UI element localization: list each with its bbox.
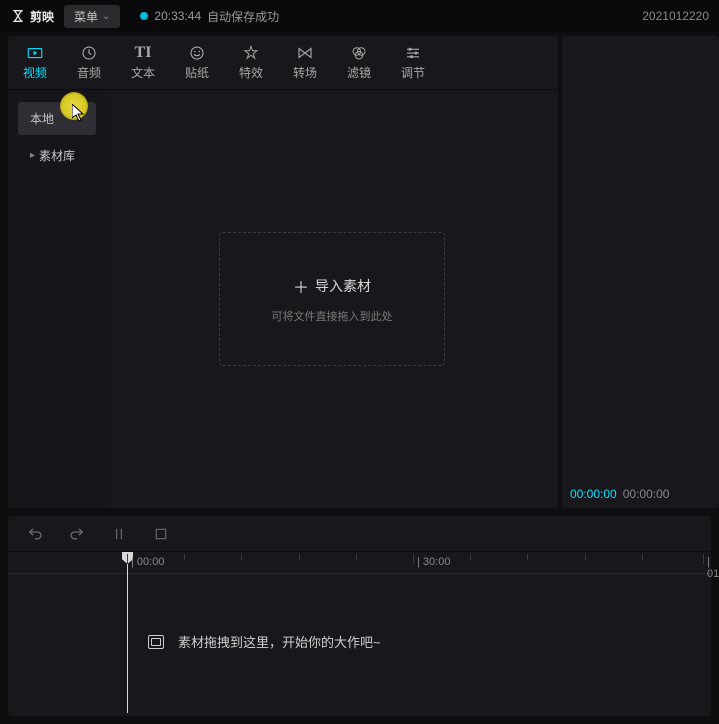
track-hint-text: 素材拖拽到这里，开始你的大作吧~	[178, 632, 381, 651]
media-panel: 视频 音频 TI 文本 贴纸 特效 转场 滤镜 调节 本地 ▸ 素材库 ＋ 导入素材 可将文件直接拖…	[8, 36, 558, 508]
media-sidebar: 本地 ▸ 素材库	[8, 90, 106, 508]
timeline-panel: | 00:00| 30:00| 01:0 素材拖拽到这里，开始你的大作吧~	[8, 516, 711, 716]
tab-effects[interactable]: 特效	[224, 36, 278, 89]
category-tabs: 视频 音频 TI 文本 贴纸 特效 转场 滤镜 调节	[8, 36, 558, 90]
ruler-tick-minor	[585, 554, 586, 560]
sidebar-item-label: 本地	[30, 110, 54, 127]
ruler-tick	[703, 554, 704, 564]
tab-filter[interactable]: 滤镜	[332, 36, 386, 89]
caret-right-icon: ▸	[30, 150, 35, 161]
tab-text[interactable]: TI 文本	[116, 36, 170, 89]
filter-icon	[350, 44, 368, 62]
tab-adjust[interactable]: 调节	[386, 36, 440, 89]
project-timestamp: 2021012220	[642, 9, 709, 23]
tab-label: 视频	[23, 64, 47, 81]
frame-icon	[148, 635, 164, 649]
ruler-label: | 00:00	[131, 556, 164, 568]
preview-footer: 00:00:00 00:00:00	[562, 480, 719, 508]
timeline-toolbar	[8, 516, 711, 552]
ruler-label: | 30:00	[417, 556, 450, 568]
tab-label: 特效	[239, 64, 263, 81]
media-content: ＋ 导入素材 可将文件直接拖入到此处	[106, 90, 558, 508]
ruler-tick	[127, 554, 128, 564]
dropzone-sub-text: 可将文件直接拖入到此处	[272, 308, 393, 324]
ruler-tick-minor	[527, 554, 528, 560]
status-dot-icon	[140, 12, 148, 20]
media-body: 本地 ▸ 素材库 ＋ 导入素材 可将文件直接拖入到此处	[8, 90, 558, 508]
preview-panel: 00:00:00 00:00:00	[562, 36, 719, 508]
redo-button[interactable]	[68, 525, 86, 543]
menu-label: 菜单	[74, 8, 98, 25]
tab-transition[interactable]: 转场	[278, 36, 332, 89]
sidebar-item-1[interactable]: ▸ 素材库	[18, 139, 96, 172]
sidebar-item-0[interactable]: 本地	[18, 102, 96, 135]
autosave-time: 20:33:44	[154, 9, 201, 23]
adjust-icon	[404, 44, 422, 62]
app-logo: 剪映	[10, 8, 54, 25]
tab-label: 贴纸	[185, 64, 209, 81]
sticker-icon	[188, 44, 206, 62]
import-dropzone[interactable]: ＋ 导入素材 可将文件直接拖入到此处	[219, 232, 445, 366]
dropzone-main-text: 导入素材	[315, 276, 371, 296]
tab-label: 音频	[77, 64, 101, 81]
tab-label: 滤镜	[347, 64, 371, 81]
app-logo-icon	[10, 8, 26, 24]
audio-icon	[80, 44, 98, 62]
transition-icon	[296, 44, 314, 62]
tab-label: 调节	[401, 64, 425, 81]
ruler-tick-minor	[184, 554, 185, 560]
ruler-tick-minor	[356, 554, 357, 560]
tab-audio[interactable]: 音频	[62, 36, 116, 89]
ruler-tick	[413, 554, 414, 564]
video-icon	[26, 44, 44, 62]
tab-video[interactable]: 视频	[8, 36, 62, 89]
chevron-down-icon: ⌄	[102, 11, 110, 22]
ruler-tick-minor	[470, 554, 471, 560]
crop-button[interactable]	[152, 525, 170, 543]
tab-label: 文本	[131, 64, 155, 81]
undo-button[interactable]	[26, 525, 44, 543]
app-name: 剪映	[30, 8, 54, 25]
track-area[interactable]: 素材拖拽到这里，开始你的大作吧~	[8, 574, 711, 716]
plus-icon: ＋	[293, 274, 309, 298]
dropzone-main-row: ＋ 导入素材	[293, 274, 371, 298]
menu-button[interactable]: 菜单 ⌄	[64, 5, 120, 28]
timeline-ruler[interactable]: | 00:00| 30:00| 01:0	[8, 552, 711, 574]
track-hint: 素材拖拽到这里，开始你的大作吧~	[148, 632, 381, 651]
preview-viewport	[562, 36, 719, 480]
titlebar: 剪映 菜单 ⌄ 20:33:44 自动保存成功 2021012220	[0, 0, 719, 32]
ruler-tick-minor	[241, 554, 242, 560]
split-button[interactable]	[110, 525, 128, 543]
preview-total-time: 00:00:00	[623, 487, 670, 501]
preview-current-time: 00:00:00	[570, 487, 617, 501]
ruler-tick-minor	[299, 554, 300, 560]
ruler-tick-minor	[642, 554, 643, 560]
text-icon: TI	[134, 44, 152, 62]
effects-icon	[242, 44, 260, 62]
main-row: 视频 音频 TI 文本 贴纸 特效 转场 滤镜 调节 本地 ▸ 素材库 ＋ 导入素材 可将文件直接拖…	[0, 32, 719, 512]
autosave-status: 20:33:44 自动保存成功	[140, 8, 279, 25]
sidebar-item-label: 素材库	[39, 147, 75, 164]
tab-label: 转场	[293, 64, 317, 81]
autosave-text: 自动保存成功	[207, 8, 279, 25]
tab-sticker[interactable]: 贴纸	[170, 36, 224, 89]
